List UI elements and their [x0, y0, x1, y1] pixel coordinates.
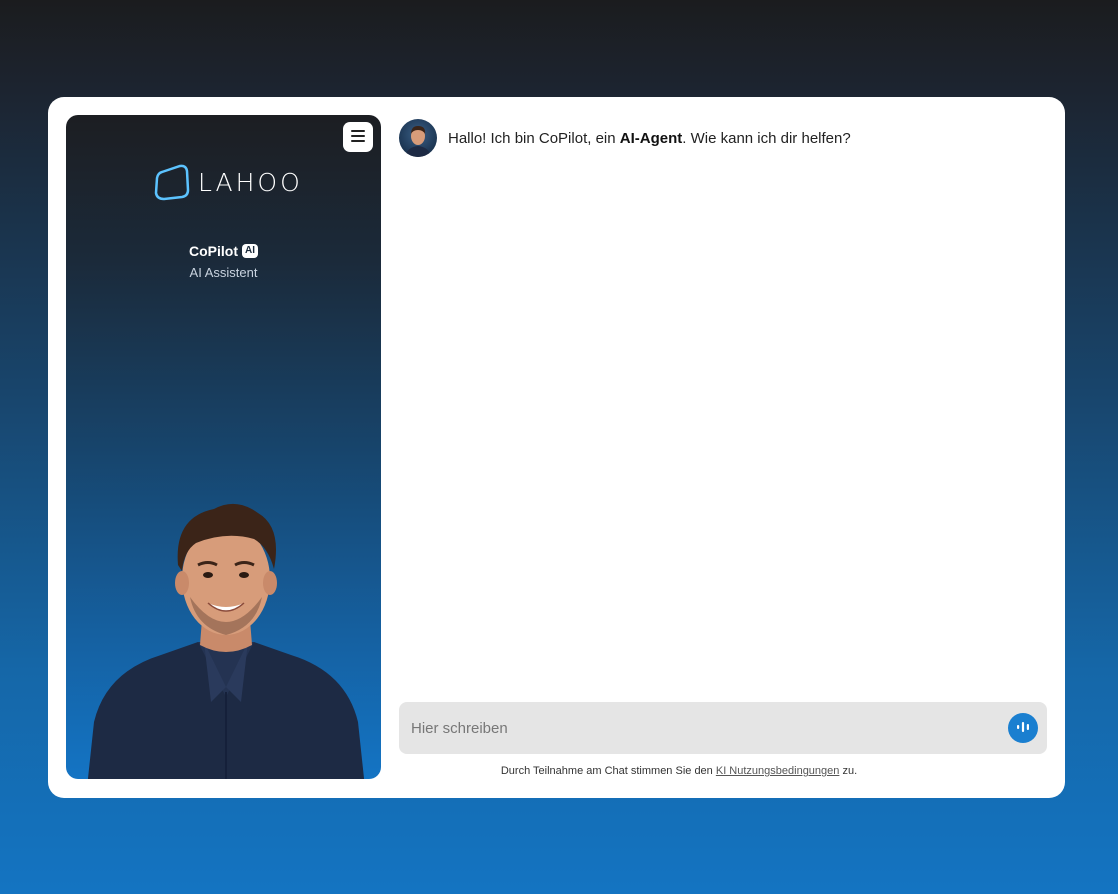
chat-widget-card: LAHOO CoPilot AI AI Assistent Hallo! Ich… [48, 97, 1065, 798]
hamburger-menu-icon [351, 129, 365, 145]
voice-wave-icon [1016, 721, 1030, 736]
message-text-end: . Wie kann ich dir helfen? [682, 129, 851, 147]
message-input-bar [399, 702, 1047, 754]
agent-sidebar: LAHOO CoPilot AI AI Assistent [66, 115, 381, 779]
message-text-start: Hallo! Ich bin CoPilot, ein [448, 129, 620, 147]
agent-name: CoPilot AI [66, 243, 381, 259]
agent-portrait [86, 487, 366, 779]
message-input[interactable] [411, 702, 991, 754]
menu-button[interactable] [343, 122, 373, 152]
logo-mark-icon [152, 162, 192, 202]
logo-text: LAHOO [198, 167, 303, 197]
ai-badge: AI [242, 244, 258, 258]
chat-panel: Hallo! Ich bin CoPilot, ein AI-Agent. Wi… [399, 117, 1047, 777]
assistant-message: Hallo! Ich bin CoPilot, ein AI-Agent. Wi… [399, 119, 851, 157]
disclaimer-text-end: zu. [839, 765, 858, 777]
agent-name-label: CoPilot [189, 243, 238, 259]
message-text-bold: AI-Agent [619, 129, 683, 147]
agent-role: AI Assistent [189, 265, 258, 280]
terms-link[interactable]: KI Nutzungsbedingungen [716, 765, 840, 777]
avatar [399, 119, 437, 157]
message-text: Hallo! Ich bin CoPilot, ein AI-Agent. Wi… [448, 130, 851, 147]
brand-logo: LAHOO [152, 161, 300, 203]
terms-disclaimer: Durch Teilnahme am Chat stimmen Sie den … [399, 765, 959, 777]
disclaimer-text-start: Durch Teilnahme am Chat stimmen Sie den [500, 765, 716, 777]
voice-button[interactable] [1008, 713, 1038, 743]
